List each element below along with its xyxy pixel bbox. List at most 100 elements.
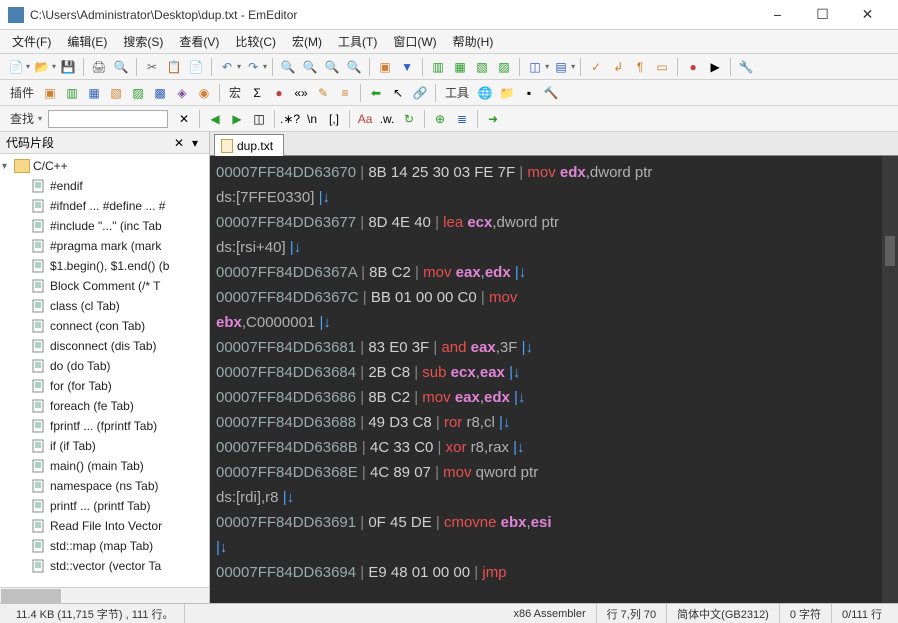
save-icon[interactable]: 💾 <box>58 57 78 77</box>
tree-item[interactable]: std::map (map Tab) <box>0 536 209 556</box>
status-encoding[interactable]: 简体中文(GB2312) <box>667 604 780 623</box>
tree-item[interactable]: Block Comment (/* T <box>0 276 209 296</box>
code-line[interactable]: 00007FF84DD63684 | 2B C8 | sub ecx,eax |… <box>216 360 892 385</box>
plugin-icon[interactable]: ▨ <box>128 83 148 103</box>
menu-item[interactable]: 帮助(H) <box>445 31 502 52</box>
open-file-icon[interactable]: 📂 <box>32 57 52 77</box>
filter-icon[interactable]: ▼ <box>397 57 417 77</box>
dropdown-icon[interactable]: ▾ <box>263 62 267 71</box>
code-line[interactable]: 00007FF84DD6367A | 8B C2 | mov eax,edx |… <box>216 260 892 285</box>
code-editor[interactable]: 00007FF84DD63670 | 8B 14 25 30 03 FE 7F … <box>210 156 898 603</box>
outline-icon[interactable]: ▤ <box>551 57 571 77</box>
code-line[interactable]: 00007FF84DD63677 | 8D 4E 40 | lea ecx,dw… <box>216 210 892 235</box>
horizontal-scrollbar[interactable] <box>0 587 209 603</box>
plugin-icon[interactable]: ◈ <box>172 83 192 103</box>
search-next-icon[interactable]: 🔍 <box>322 57 342 77</box>
code-line[interactable]: 00007FF84DD63681 | 83 E0 3F | and eax,3F… <box>216 335 892 360</box>
play-icon[interactable]: ▶ <box>705 57 725 77</box>
edit-macro-icon[interactable]: ✎ <box>313 83 333 103</box>
explorer-icon[interactable]: 📁 <box>497 83 517 103</box>
tree-item[interactable]: disconnect (dis Tab) <box>0 336 209 356</box>
link-icon[interactable]: 🔗 <box>410 83 430 103</box>
tree-item[interactable]: if (if Tab) <box>0 436 209 456</box>
code-line[interactable]: 00007FF84DD63694 | E9 48 01 00 00 | jmp <box>216 560 892 585</box>
code-line[interactable]: 00007FF84DD63670 | 8B 14 25 30 03 FE 7F … <box>216 160 892 185</box>
expand-icon[interactable]: ▾ <box>2 161 14 172</box>
copy-icon[interactable]: 📋 <box>164 57 184 77</box>
print-icon[interactable]: 🖨 <box>89 57 109 77</box>
plugin-icon[interactable]: ▥ <box>62 83 82 103</box>
find-next-icon[interactable]: ▶ <box>227 109 247 129</box>
undo-icon[interactable]: ↶ <box>217 57 237 77</box>
plugin-icon[interactable]: ▣ <box>40 83 60 103</box>
tree-item[interactable]: #include "..." (inc Tab <box>0 216 209 236</box>
ruler-icon[interactable]: ▭ <box>652 57 672 77</box>
code-line[interactable]: 00007FF84DD63688 | 49 D3 C8 | ror r8,cl … <box>216 410 892 435</box>
minimize-button[interactable]: − <box>755 0 800 30</box>
bookmark-icon[interactable]: ▣ <box>375 57 395 77</box>
sidebar-menu-icon[interactable]: ▾ <box>187 136 203 150</box>
code-line[interactable]: 00007FF84DD6367C | BB 01 00 00 C0 | mov <box>216 285 892 310</box>
menu-item[interactable]: 窗口(W) <box>385 31 444 52</box>
tree-item[interactable]: #pragma mark (mark <box>0 236 209 256</box>
dropdown-icon[interactable]: ▾ <box>38 114 42 123</box>
record-macro-icon[interactable]: ● <box>269 83 289 103</box>
tree-item[interactable]: printf ... (printf Tab) <box>0 496 209 516</box>
tree-item[interactable]: #endif <box>0 176 209 196</box>
record-icon[interactable]: ● <box>683 57 703 77</box>
code-line[interactable]: 00007FF84DD63686 | 8B C2 | mov eax,edx |… <box>216 385 892 410</box>
menu-item[interactable]: 查看(V) <box>171 31 227 52</box>
menu-item[interactable]: 工具(T) <box>330 31 385 52</box>
search-prev-icon[interactable]: 🔍 <box>300 57 320 77</box>
menu-item[interactable]: 文件(F) <box>4 31 59 52</box>
case-icon[interactable]: Aa <box>355 109 375 129</box>
plugin-icon[interactable]: ▧ <box>106 83 126 103</box>
plugin-icon[interactable]: ◉ <box>194 83 214 103</box>
sigma-icon[interactable]: Σ <box>247 83 267 103</box>
browser-icon[interactable]: 🌐 <box>475 83 495 103</box>
plugin-icon[interactable]: ▩ <box>150 83 170 103</box>
paste-icon[interactable]: 📄 <box>186 57 206 77</box>
tree-item[interactable]: main() (main Tab) <box>0 456 209 476</box>
compare-icon[interactable]: ▥ <box>428 57 448 77</box>
sidebar-close-icon[interactable]: ✕ <box>171 136 187 150</box>
menu-item[interactable]: 编辑(E) <box>59 31 115 52</box>
word-icon[interactable]: .w. <box>377 109 397 129</box>
find-prev-icon[interactable]: ◀ <box>205 109 225 129</box>
code-line[interactable]: ebx,C0000001 |↓ <box>216 310 892 335</box>
back-icon[interactable]: ⬅ <box>366 83 386 103</box>
replace-icon[interactable]: 🔍 <box>344 57 364 77</box>
file-tab[interactable]: dup.txt <box>214 134 284 156</box>
menu-item[interactable]: 搜索(S) <box>115 31 171 52</box>
code-line[interactable]: 00007FF84DD63691 | 0F 45 DE | cmovne ebx… <box>216 510 892 535</box>
redo-icon[interactable]: ↷ <box>243 57 263 77</box>
plugin-icon[interactable]: ▦ <box>84 83 104 103</box>
tree-item[interactable]: class (cl Tab) <box>0 296 209 316</box>
narrow-icon[interactable]: ◫ <box>525 57 545 77</box>
tree-item[interactable]: connect (con Tab) <box>0 316 209 336</box>
close-search-icon[interactable]: ✕ <box>174 109 194 129</box>
search-input[interactable] <box>48 110 168 128</box>
escape-icon[interactable]: \n <box>302 109 322 129</box>
status-position[interactable]: 行 7,列 70 <box>597 604 668 623</box>
tree-item[interactable]: do (do Tab) <box>0 356 209 376</box>
number-icon[interactable]: [,] <box>324 109 344 129</box>
tree-item[interactable]: Read File Into Vector <box>0 516 209 536</box>
wrap-icon[interactable]: ↲ <box>608 57 628 77</box>
regex-icon[interactable]: .∗? <box>280 109 300 129</box>
menu-item[interactable]: 宏(M) <box>284 31 330 52</box>
print-preview-icon[interactable]: 🔍 <box>111 57 131 77</box>
code-line[interactable]: 00007FF84DD6368B | 4C 33 C0 | xor r8,rax… <box>216 435 892 460</box>
marks-icon[interactable]: ¶ <box>630 57 650 77</box>
tree-item[interactable]: for (for Tab) <box>0 376 209 396</box>
text-icon[interactable]: «» <box>291 83 311 103</box>
dropdown-icon[interactable]: ▾ <box>237 62 241 71</box>
code-line[interactable]: |↓ <box>216 535 892 560</box>
go-icon[interactable]: ➜ <box>483 109 503 129</box>
incremental-icon[interactable]: ↻ <box>399 109 419 129</box>
sort-icon[interactable]: ▧ <box>472 57 492 77</box>
props-icon[interactable]: 🔧 <box>736 57 756 77</box>
spell-icon[interactable]: ✓ <box>586 57 606 77</box>
code-line[interactable]: ds:[rsi+40] |↓ <box>216 235 892 260</box>
mark-icon[interactable]: ⊕ <box>430 109 450 129</box>
